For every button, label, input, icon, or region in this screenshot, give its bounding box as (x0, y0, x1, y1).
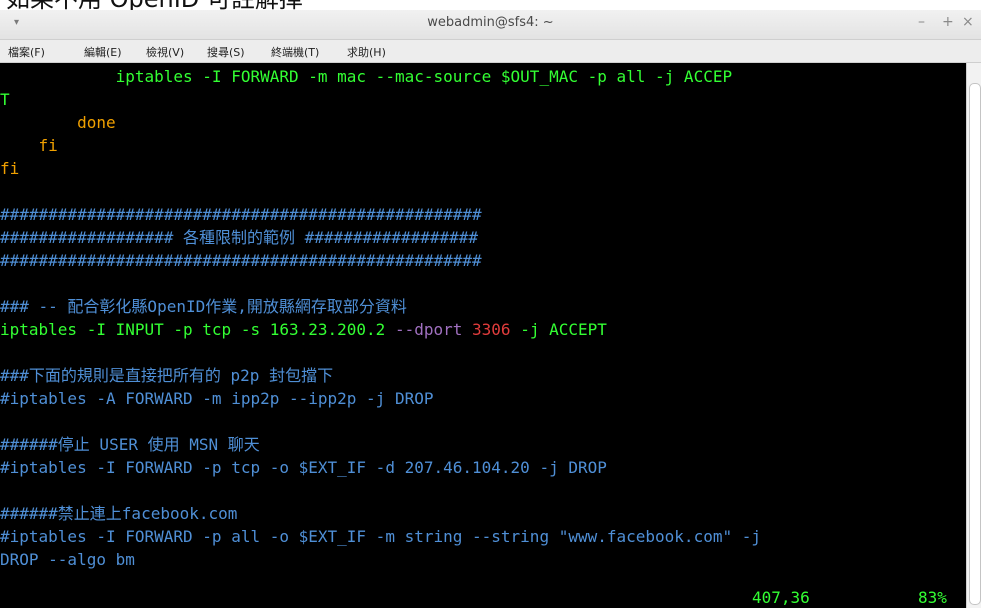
menu-search[interactable]: 搜尋(S) (207, 44, 245, 60)
code-segment: --dport (394, 320, 463, 339)
scroll-percent: 83% (918, 588, 947, 607)
code-line: fi (0, 159, 20, 178)
menu-view[interactable]: 檢視(V) (146, 44, 184, 60)
menu-edit[interactable]: 編輯(E) (84, 44, 122, 60)
window-title: webadmin@sfs4: ~ (427, 15, 554, 30)
comment-line: ########################################… (0, 205, 482, 224)
scrollbar[interactable] (966, 63, 981, 608)
menu-help[interactable]: 求助(H) (347, 44, 386, 60)
comment-line: ### -- 配合彰化縣OpenID作業,開放縣網存取部分資料 (0, 297, 407, 316)
comment-line: ###下面的規則是直接把所有的 p2p 封包擋下 (0, 366, 334, 385)
terminal-area[interactable]: iptables -I FORWARD -m mac --mac-source … (0, 63, 966, 608)
comment-line: ########################################… (0, 251, 482, 270)
cursor-position: 407,36 (752, 588, 810, 607)
menu-terminal[interactable]: 終端機(T) (271, 44, 319, 60)
code-line: iptables -I FORWARD -m mac --mac-source … (0, 67, 733, 86)
comment-line: ######禁止連上facebook.com (0, 504, 238, 523)
comment-line: #iptables -A FORWARD -m ipp2p --ipp2p -j… (0, 389, 434, 408)
code-number: 3306 (462, 320, 511, 339)
minimize-icon[interactable]: – (918, 14, 925, 30)
code-line: iptables -I INPUT -p tcp -s 163.23.200.2… (0, 318, 607, 341)
comment-line: #iptables -I FORWARD -p tcp -o $EXT_IF -… (0, 458, 607, 477)
comment-line: ######停止 USER 使用 MSN 聊天 (0, 435, 260, 454)
menu-file[interactable]: 檔案(F) (8, 44, 45, 60)
code-segment: -j ACCEPT (510, 320, 607, 339)
code-segment: iptables -I INPUT -p tcp -s 163.23.200.2 (0, 320, 395, 339)
terminal-window: ▾ webadmin@sfs4: ~ – + × 檔案(F) 編輯(E) 檢視(… (0, 10, 981, 608)
code-line: done (0, 113, 116, 132)
scrollbar-thumb[interactable] (969, 83, 981, 605)
comment-line: ################## 各種限制的範例 #############… (0, 228, 479, 247)
title-bar[interactable]: ▾ webadmin@sfs4: ~ – + × (0, 10, 981, 40)
code-line: fi (0, 136, 58, 155)
code-line: T (0, 90, 10, 109)
maximize-icon[interactable]: + (942, 14, 954, 30)
menu-bar: 檔案(F) 編輯(E) 檢視(V) 搜尋(S) 終端機(T) 求助(H) (0, 40, 981, 63)
comment-line: DROP --algo bm (0, 550, 135, 569)
comment-line: #iptables -I FORWARD -p all -o $EXT_IF -… (0, 527, 761, 546)
close-icon[interactable]: × (962, 14, 974, 30)
